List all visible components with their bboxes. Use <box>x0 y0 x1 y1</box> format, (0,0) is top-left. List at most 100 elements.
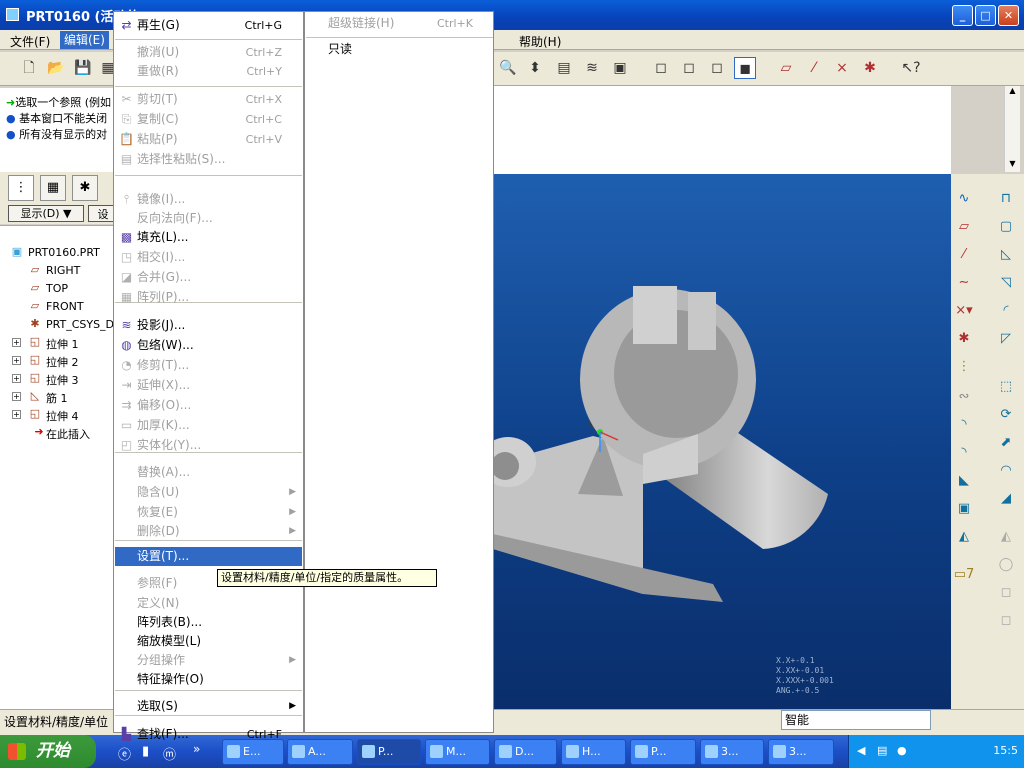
datum-axis-icon[interactable]: ⁄ <box>953 244 975 266</box>
scroll-up-icon[interactable]: ▲ <box>1006 86 1019 99</box>
folder-browser-tab-icon[interactable]: ▦ <box>40 175 66 201</box>
menu-item[interactable]: 设置(T)... <box>115 547 302 566</box>
minimize-button[interactable]: _ <box>952 5 973 26</box>
revolve-icon[interactable]: ⟳ <box>995 404 1017 426</box>
quicklaunch-more-icon[interactable]: » <box>193 742 200 756</box>
chamfer-icon[interactable]: ◸ <box>995 328 1017 350</box>
context-help-icon[interactable]: ↖? <box>900 57 922 79</box>
menu-separator <box>115 86 302 87</box>
blend-icon[interactable]: ◠ <box>995 460 1017 482</box>
mirror-tool-icon[interactable]: ◭ <box>953 526 975 548</box>
menu-item[interactable]: 选取(S) ▶ <box>115 697 302 716</box>
start-button[interactable]: 开始 <box>0 735 96 768</box>
datum-axis-display-icon[interactable]: ⁄ <box>803 57 825 79</box>
pattern-tool-icon[interactable]: ▣ <box>953 498 975 520</box>
maximize-button[interactable]: □ <box>975 5 996 26</box>
variable-sweep-icon[interactable]: ⬈ <box>995 432 1017 454</box>
csys-icon[interactable]: ✱ <box>953 328 975 350</box>
menu-item[interactable]: ⇄ 再生(G) Ctrl+G <box>115 16 302 35</box>
task-app-icon <box>362 745 375 758</box>
tray-qq-icon[interactable]: ● <box>897 744 907 757</box>
analysis-icon[interactable]: ⋮ <box>953 356 975 378</box>
datum-plane-display-icon[interactable]: ▱ <box>775 57 797 79</box>
task-app-icon <box>430 745 443 758</box>
menu-item[interactable]: ◍ 包络(W)... <box>115 336 302 355</box>
tolerance-display: X.X+-0.1 X.XX+-0.01 X.XXX+-0.001 ANG.+-0… <box>776 656 834 695</box>
menu-help[interactable]: 帮助(H) <box>519 33 561 50</box>
offset-tool-icon[interactable]: ∾ <box>953 386 975 408</box>
quicklaunch-ie-icon[interactable]: ⓔ <box>118 744 131 763</box>
taskbar-button[interactable]: P... <box>357 739 421 765</box>
menu-item[interactable]: ≋ 投影(J)... <box>115 316 302 335</box>
datum-curve-icon[interactable]: ∼ <box>953 272 975 294</box>
datum-plane-icon[interactable]: ▱ <box>953 216 975 238</box>
menu-item[interactable]: ▩ 填充(L)... <box>115 228 302 247</box>
menu-item[interactable]: 缩放模型(L) <box>115 632 302 651</box>
sketch-datum-curve-icon[interactable]: ∿ <box>953 188 975 210</box>
close-button[interactable]: ✕ <box>998 5 1019 26</box>
saved-views-icon[interactable]: ▣ <box>609 57 631 79</box>
rib-tool-icon[interactable]: ◺ <box>995 244 1017 266</box>
quicklaunch-media-icon[interactable]: ⓜ <box>163 744 176 763</box>
reorient-icon[interactable]: ⬍ <box>524 57 546 79</box>
intersect-tool-icon[interactable]: ◣ <box>953 470 975 492</box>
shell-icon[interactable]: ▢ <box>995 216 1017 238</box>
taskbar-button[interactable]: M... <box>425 739 490 765</box>
scroll-down-icon[interactable]: ▼ <box>1006 159 1019 172</box>
annotation-icon[interactable]: ▭7 <box>953 564 975 586</box>
open-file-icon[interactable]: 📂 <box>45 57 67 79</box>
expand-icon[interactable]: + <box>12 356 21 365</box>
hole-icon[interactable]: ⊓ <box>995 188 1017 210</box>
round-icon[interactable]: ◜ <box>995 300 1017 322</box>
extrude-tool-icon[interactable]: ⬚ <box>995 376 1017 398</box>
tray-keyboard-icon[interactable]: ▤ <box>877 744 887 757</box>
graphics-window[interactable] <box>480 174 951 709</box>
extend-icon: ⇥ <box>121 378 132 392</box>
shading-icon[interactable]: ◼ <box>734 57 756 79</box>
boundary-blend-icon[interactable]: ◢ <box>995 488 1017 510</box>
datum-point-icon[interactable]: ×▾ <box>953 300 975 322</box>
quicklaunch-app-icon[interactable]: ▮ <box>142 744 149 759</box>
edit-menu: ⇄ 再生(G) Ctrl+G 撤消(U) Ctrl+Z 重做(R) Ctrl+Y ✂ 剪切(T)… <box>113 11 304 741</box>
expand-icon[interactable]: + <box>12 410 21 419</box>
show-dropdown-button[interactable]: 显示(D) ▼ <box>8 205 84 222</box>
taskbar-button[interactable]: P... <box>630 739 696 765</box>
new-file-icon[interactable]: 🗋 <box>18 57 40 79</box>
expand-icon[interactable]: + <box>12 392 21 401</box>
layers-icon[interactable]: ≋ <box>581 57 603 79</box>
draft-icon[interactable]: ◹ <box>995 272 1017 294</box>
view-manager-icon[interactable]: ▤ <box>553 57 575 79</box>
save-icon[interactable]: 💾 <box>72 57 94 79</box>
taskbar-button[interactable]: 3... <box>700 739 764 765</box>
expand-icon[interactable]: + <box>12 374 21 383</box>
message-line-1: ➜选取一个参照 (例如 <box>6 96 112 109</box>
wireframe-icon[interactable]: ◻ <box>650 57 672 79</box>
menu-edit[interactable]: 编辑(E) <box>60 31 109 49</box>
no-hidden-icon[interactable]: ◻ <box>706 57 728 79</box>
merge-tool-icon[interactable]: ◝ <box>953 442 975 464</box>
menu-item[interactable]: 特征操作(O) <box>115 670 302 689</box>
trim-tool-icon[interactable]: ◝ <box>953 414 975 436</box>
vertical-scrollbar[interactable]: ▲ ▼ <box>1004 86 1020 172</box>
datum-point-display-icon[interactable]: × <box>831 57 853 79</box>
task-app-icon <box>705 745 718 758</box>
model-tree-tab-icon[interactable]: ⋮ <box>8 175 34 201</box>
filter-dropdown[interactable]: 智能 <box>781 710 931 730</box>
csys-icon: ✱ <box>30 317 40 330</box>
taskbar-button[interactable]: D... <box>494 739 557 765</box>
favorites-tab-icon[interactable]: ✱ <box>72 175 98 201</box>
menu-item[interactable]: 阵列表(B)... <box>115 613 302 632</box>
clock[interactable]: 15:5 <box>993 744 1018 757</box>
tray-collapse-icon[interactable]: ◀ <box>857 744 865 757</box>
menu-separator <box>115 39 302 40</box>
taskbar-button[interactable]: H... <box>561 739 626 765</box>
menu-item[interactable]: ▙ 查找(F)... Ctrl+F <box>115 725 302 744</box>
csys-display-icon[interactable]: ✱ <box>859 57 881 79</box>
menu-file[interactable]: 文件(F) <box>10 33 50 50</box>
expand-icon[interactable]: + <box>12 338 21 347</box>
menu-item-readonly[interactable]: 只读 <box>306 40 493 59</box>
menu-item: 隐含(U) ▶ <box>115 483 302 502</box>
zoom-window-icon[interactable]: 🔍 <box>497 57 519 79</box>
taskbar-button[interactable]: 3... <box>768 739 834 765</box>
hidden-line-icon[interactable]: ◻ <box>678 57 700 79</box>
